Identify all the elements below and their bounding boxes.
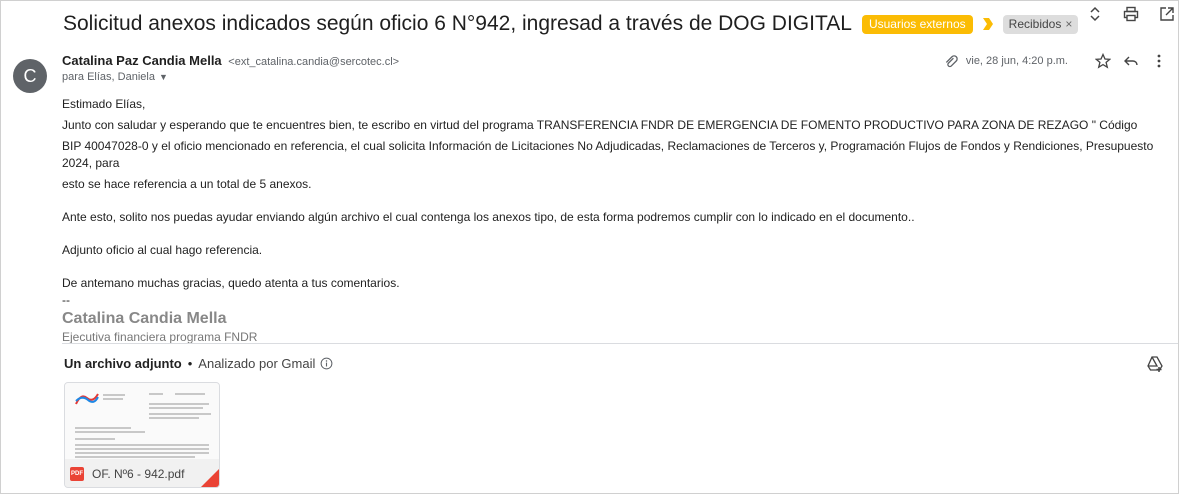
print-icon[interactable] [1122, 5, 1140, 23]
email-subject: Solicitud anexos indicados según oficio … [63, 12, 852, 35]
open-in-new-window-icon[interactable] [1158, 5, 1176, 23]
subject-row: Solicitud anexos indicados según oficio … [63, 9, 1168, 39]
body-paragraph-2: Ante esto, solito nos puedas ayudar envi… [62, 210, 915, 224]
message-date[interactable]: vie, 28 jun, 4:20 p.m. [966, 55, 1068, 67]
attachments-divider [62, 343, 1178, 344]
attachment-card[interactable]: PDF OF. Nº6 - 942.pdf [64, 382, 220, 488]
recipients-text: para Elías, Daniela [62, 71, 155, 83]
importance-marker-icon[interactable] [982, 18, 993, 30]
subject-actions [1086, 5, 1176, 23]
attachments-count: Un archivo adjunto [64, 356, 182, 371]
message-body: Estimado Elías, Junto con saludar y espe… [62, 96, 1166, 346]
remove-label-button[interactable]: × [1065, 17, 1072, 31]
attachments-separator: • [187, 356, 193, 371]
sender-avatar[interactable]: C [13, 59, 47, 93]
add-to-drive-icon[interactable] [1146, 355, 1164, 373]
signature-name: Catalina Candia Mella [62, 310, 227, 327]
reply-icon[interactable] [1122, 52, 1140, 70]
label-inbox[interactable]: Recibidos × [1002, 14, 1079, 34]
attachments-header: Un archivo adjunto • Analizado por Gmail [64, 356, 333, 371]
message-meta: vie, 28 jun, 4:20 p.m. [944, 52, 1168, 70]
attachment-footer[interactable]: PDF OF. Nº6 - 942.pdf [65, 459, 219, 487]
document-logo-icon [75, 393, 99, 405]
body-paragraph-1-line-2: BIP 40047028-0 y el oficio mencionado en… [62, 139, 1154, 170]
label-external-users[interactable]: Usuarios externos [861, 14, 973, 34]
chevron-down-icon[interactable]: ▼ [159, 72, 168, 82]
signature-separator: -- [62, 293, 70, 307]
body-paragraph-1-line-1: Junto con saludar y esperando que te enc… [62, 118, 1138, 132]
sender-email: <ext_catalina.candia@sercotec.cl> [228, 56, 400, 68]
body-paragraph-4: De antemano muchas gracias, quedo atenta… [62, 276, 400, 290]
scanned-by-gmail: Analizado por Gmail [198, 356, 316, 371]
more-vert-icon[interactable] [1150, 52, 1168, 70]
page-fold-icon [201, 469, 219, 487]
star-icon[interactable] [1094, 52, 1112, 70]
body-paragraph-3: Adjunto oficio al cual hago referencia. [62, 243, 263, 257]
sender-name[interactable]: Catalina Paz Candia Mella [62, 53, 222, 68]
body-paragraph-1-line-3: esto se hace referencia a un total de 5 … [62, 177, 312, 191]
pdf-file-icon: PDF [70, 467, 84, 481]
recipients-toggle[interactable]: para Elías, Daniela ▼ [62, 71, 168, 83]
label-inbox-text: Recibidos [1008, 16, 1062, 31]
attachment-thumbnail[interactable] [65, 383, 219, 459]
chevrons-up-down-icon[interactable] [1086, 5, 1104, 23]
paperclip-icon [945, 55, 958, 68]
attachment-file-name[interactable]: OF. Nº6 - 942.pdf [92, 467, 184, 481]
sender-line: Catalina Paz Candia Mella <ext_catalina.… [62, 53, 399, 68]
email-view: Solicitud anexos indicados según oficio … [0, 0, 1179, 494]
greeting: Estimado Elías, [62, 97, 146, 111]
info-icon[interactable] [320, 357, 333, 370]
